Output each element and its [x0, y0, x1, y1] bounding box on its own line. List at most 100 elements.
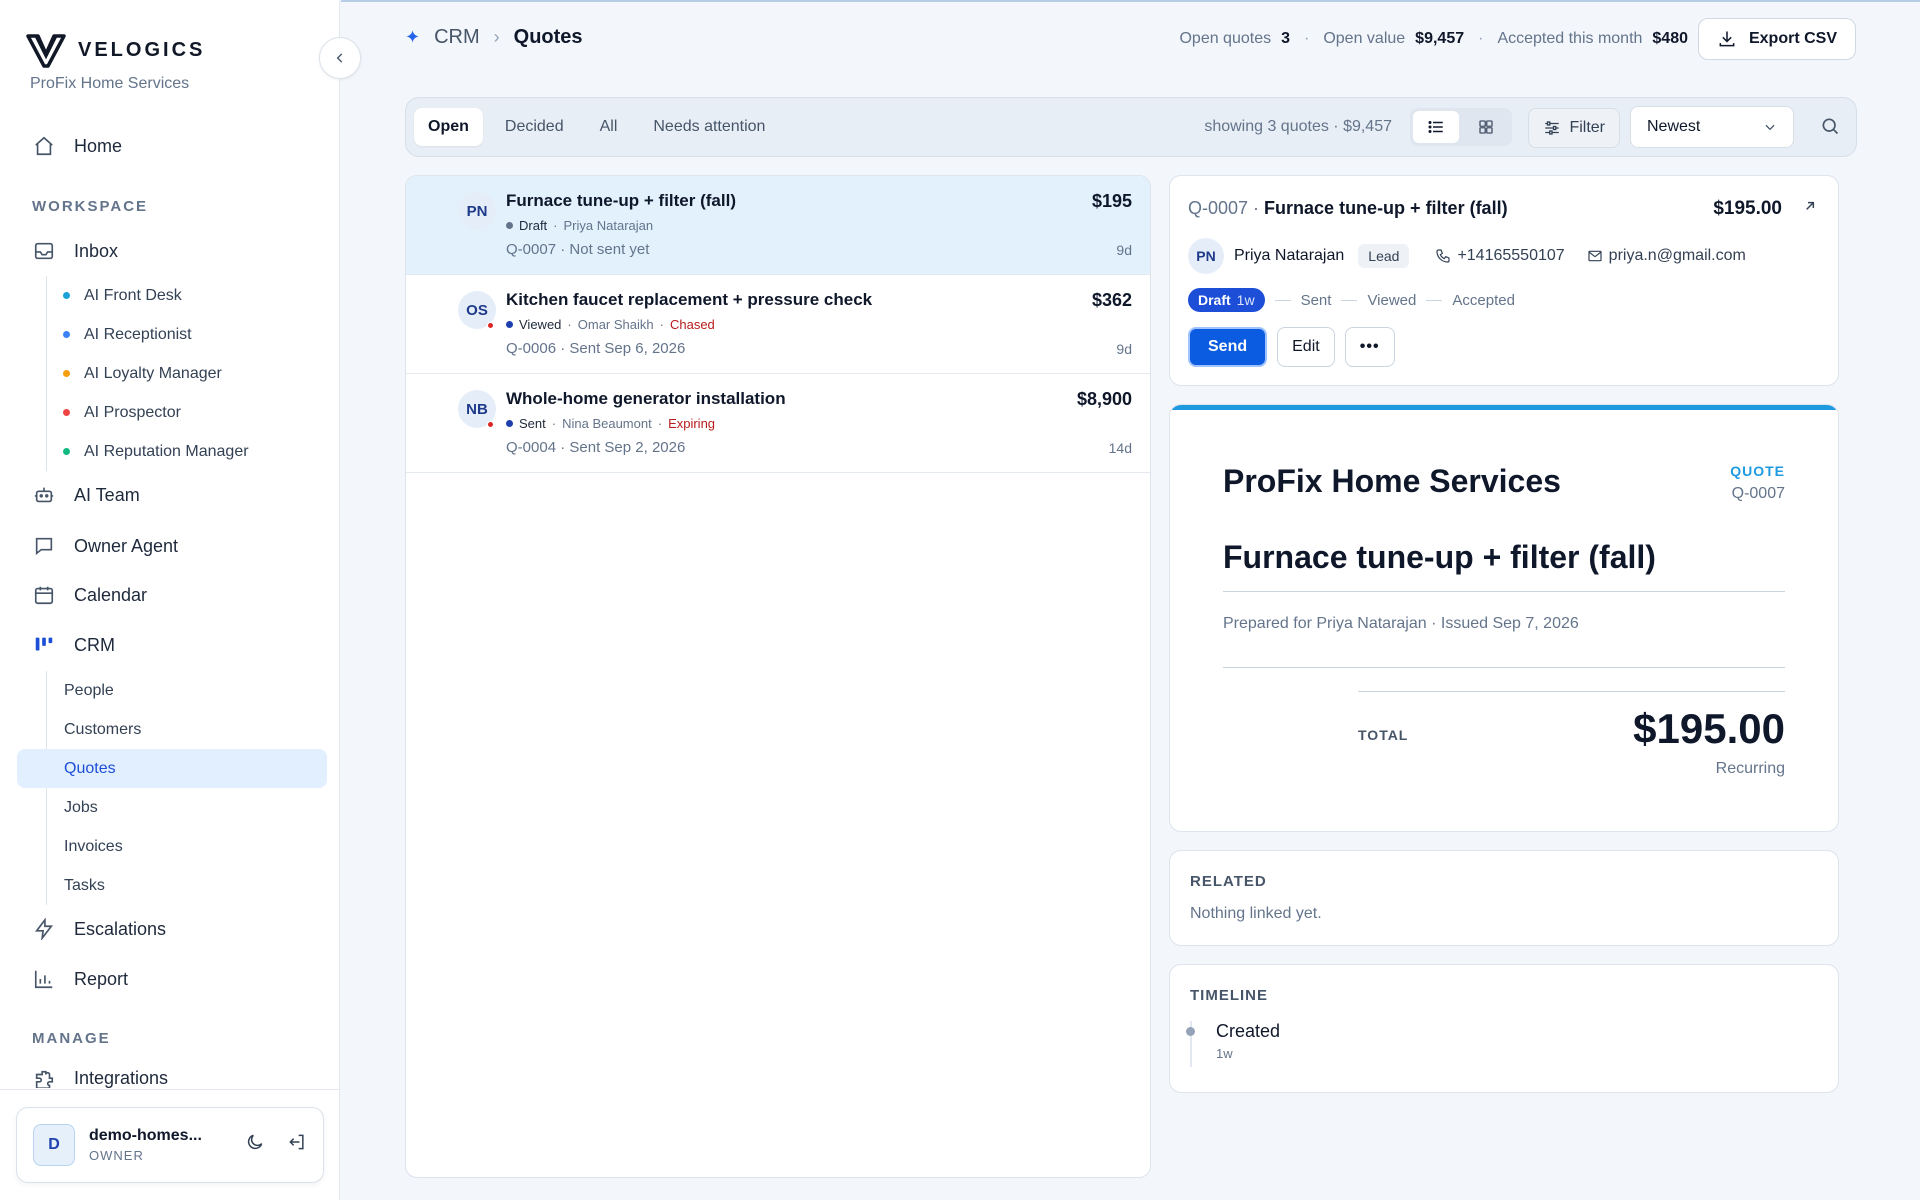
stat-separator: · [1478, 30, 1484, 47]
moon-icon[interactable] [245, 1132, 265, 1158]
inbox-item-label: AI Reputation Manager [84, 442, 249, 460]
nav-report[interactable]: Report [32, 964, 128, 994]
logout-icon[interactable] [287, 1132, 307, 1158]
contact-email[interactable]: priya.n@gmail.com [1587, 247, 1746, 265]
quote-amount: $8,900 [1076, 389, 1132, 409]
breadcrumb-crm[interactable]: CRM [434, 26, 480, 49]
tab-all[interactable]: All [586, 108, 632, 146]
nav-crm[interactable]: CRM [32, 630, 115, 660]
inbox-item-label: AI Receptionist [84, 325, 192, 343]
quote-person: Priya Natarajan [563, 218, 654, 233]
user-meta: demo-homes... OWNER [89, 1127, 245, 1163]
more-options-button[interactable]: ••• [1344, 327, 1395, 367]
user-actions [245, 1132, 307, 1158]
nav-calendar[interactable]: Calendar [32, 580, 147, 610]
avatar: NB [458, 390, 496, 428]
nav-home-label: Home [74, 135, 123, 156]
status-dot [63, 409, 70, 416]
stage-viewed: Viewed [1367, 291, 1417, 309]
tab-needs-attention[interactable]: Needs attention [639, 108, 779, 146]
quote-subline: Q-0007 · Not sent yet [506, 241, 649, 258]
inbox-item-label: AI Loyalty Manager [84, 364, 222, 382]
tab-decided[interactable]: Decided [491, 108, 578, 146]
nav-ai-team[interactable]: AI Team [32, 480, 140, 510]
lead-badge: Lead [1358, 244, 1410, 268]
meta-separator: · [560, 439, 570, 456]
quote-row[interactable]: NB Whole-home generator installation $8,… [406, 374, 1150, 473]
accepted-label: Accepted this month [1497, 30, 1643, 47]
crm-item-quotes[interactable]: Quotes [17, 749, 327, 788]
sidebar: VELOGICS ProFix Home Services Home WORKS… [0, 0, 340, 1200]
crm-item-invoices[interactable]: Invoices [47, 827, 327, 866]
crm-item-people[interactable]: People [47, 671, 327, 710]
quote-detail-header: Q-0007 · Furnace tune-up + filter (fall)… [1169, 175, 1839, 386]
quote-document-preview: ProFix Home Services QUOTE Q-0007 Furnac… [1169, 404, 1839, 832]
inbox-item-ai-prospector[interactable]: AI Prospector [47, 393, 249, 432]
filter-button[interactable]: Filter [1528, 108, 1620, 148]
inbox-item-ai-reputation-manager[interactable]: AI Reputation Manager [47, 432, 249, 471]
search-icon[interactable] [1820, 116, 1840, 141]
stage-current-age: 1w [1236, 292, 1255, 308]
send-button[interactable]: Send [1188, 327, 1268, 367]
nav-owner-agent[interactable]: Owner Agent [32, 531, 178, 561]
inbox-item-ai-front-desk[interactable]: AI Front Desk [47, 276, 249, 315]
quote-age: 14d [1108, 440, 1132, 456]
contact-name[interactable]: Priya Natarajan [1234, 247, 1344, 265]
avatar: PN [458, 192, 496, 230]
email-address: priya.n@gmail.com [1608, 247, 1746, 264]
sparkle-icon: ✦ [405, 27, 421, 47]
nav-inbox[interactable]: Inbox [32, 236, 118, 266]
filter-label: Filter [1569, 119, 1605, 136]
alert-dot [487, 421, 494, 428]
edit-button[interactable]: Edit [1277, 327, 1335, 367]
quote-subline: Q-0006 · Sent Sep 6, 2026 [506, 340, 685, 357]
inbox-item-ai-receptionist[interactable]: AI Receptionist [47, 315, 249, 354]
quote-stats: Open quotes 3 · Open value $9,457 · Acce… [1179, 30, 1688, 48]
crm-item-label: Invoices [64, 837, 123, 855]
user-role: OWNER [89, 1148, 144, 1163]
contact-phone[interactable]: +14165550107 [1435, 247, 1565, 265]
quote-list: PN Furnace tune-up + filter (fall) $195 … [405, 175, 1151, 1178]
quotes-toolbar: Open Decided All Needs attention showing… [405, 97, 1857, 157]
crm-item-customers[interactable]: Customers [47, 710, 327, 749]
nav-home[interactable]: Home [32, 131, 122, 161]
quote-sent: Sent Sep 2, 2026 [569, 439, 686, 456]
inbox-item-label: AI Prospector [84, 403, 181, 421]
inbox-icon [32, 239, 56, 263]
brand-logo[interactable]: VELOGICS [26, 30, 205, 70]
grid-view-icon[interactable] [1463, 111, 1509, 143]
sort-select[interactable]: Newest [1630, 106, 1794, 148]
export-csv-button[interactable]: Export CSV [1697, 18, 1856, 60]
open-external-icon[interactable] [1802, 198, 1818, 219]
crm-item-label: People [64, 681, 114, 699]
quote-amount: $362 [1091, 290, 1132, 310]
quote-row[interactable]: OS Kitchen faucet replacement + pressure… [406, 275, 1150, 374]
sort-value: Newest [1647, 118, 1701, 135]
nav-escalations[interactable]: Escalations [32, 914, 166, 944]
nav-owner-agent-label: Owner Agent [74, 535, 179, 556]
meta-separator: · [659, 317, 664, 332]
nav-report-label: Report [74, 968, 129, 989]
inbox-item-ai-loyalty-manager[interactable]: AI Loyalty Manager [47, 354, 249, 393]
bar-chart-icon [32, 967, 56, 991]
status-badge: Draft [519, 218, 548, 233]
status-dot [63, 292, 70, 299]
timeline-dot [1186, 1027, 1195, 1036]
nav-integrations[interactable]: Integrations [32, 1068, 168, 1088]
tab-open[interactable]: Open [414, 108, 483, 146]
quote-id: Q-0004 [506, 439, 557, 456]
list-view-icon[interactable] [1413, 111, 1459, 143]
open-value-label: Open value [1323, 30, 1406, 47]
quote-meta: Sent · Nina Beaumont · Expiring [506, 416, 715, 431]
nav-ai-team-label: AI Team [74, 484, 140, 505]
quote-person: Nina Beaumont [562, 416, 652, 431]
crm-item-tasks[interactable]: Tasks [47, 866, 327, 905]
quote-age: 9d [1116, 242, 1132, 258]
user-card[interactable]: D demo-homes... OWNER [16, 1107, 324, 1183]
crm-item-jobs[interactable]: Jobs [47, 788, 327, 827]
stage-connector [1274, 299, 1291, 301]
collapse-sidebar-button[interactable] [319, 37, 361, 79]
quote-meta: Viewed · Omar Shaikh · Chased [506, 317, 715, 332]
quote-row[interactable]: PN Furnace tune-up + filter (fall) $195 … [406, 176, 1150, 275]
meta-separator: · [657, 416, 663, 431]
